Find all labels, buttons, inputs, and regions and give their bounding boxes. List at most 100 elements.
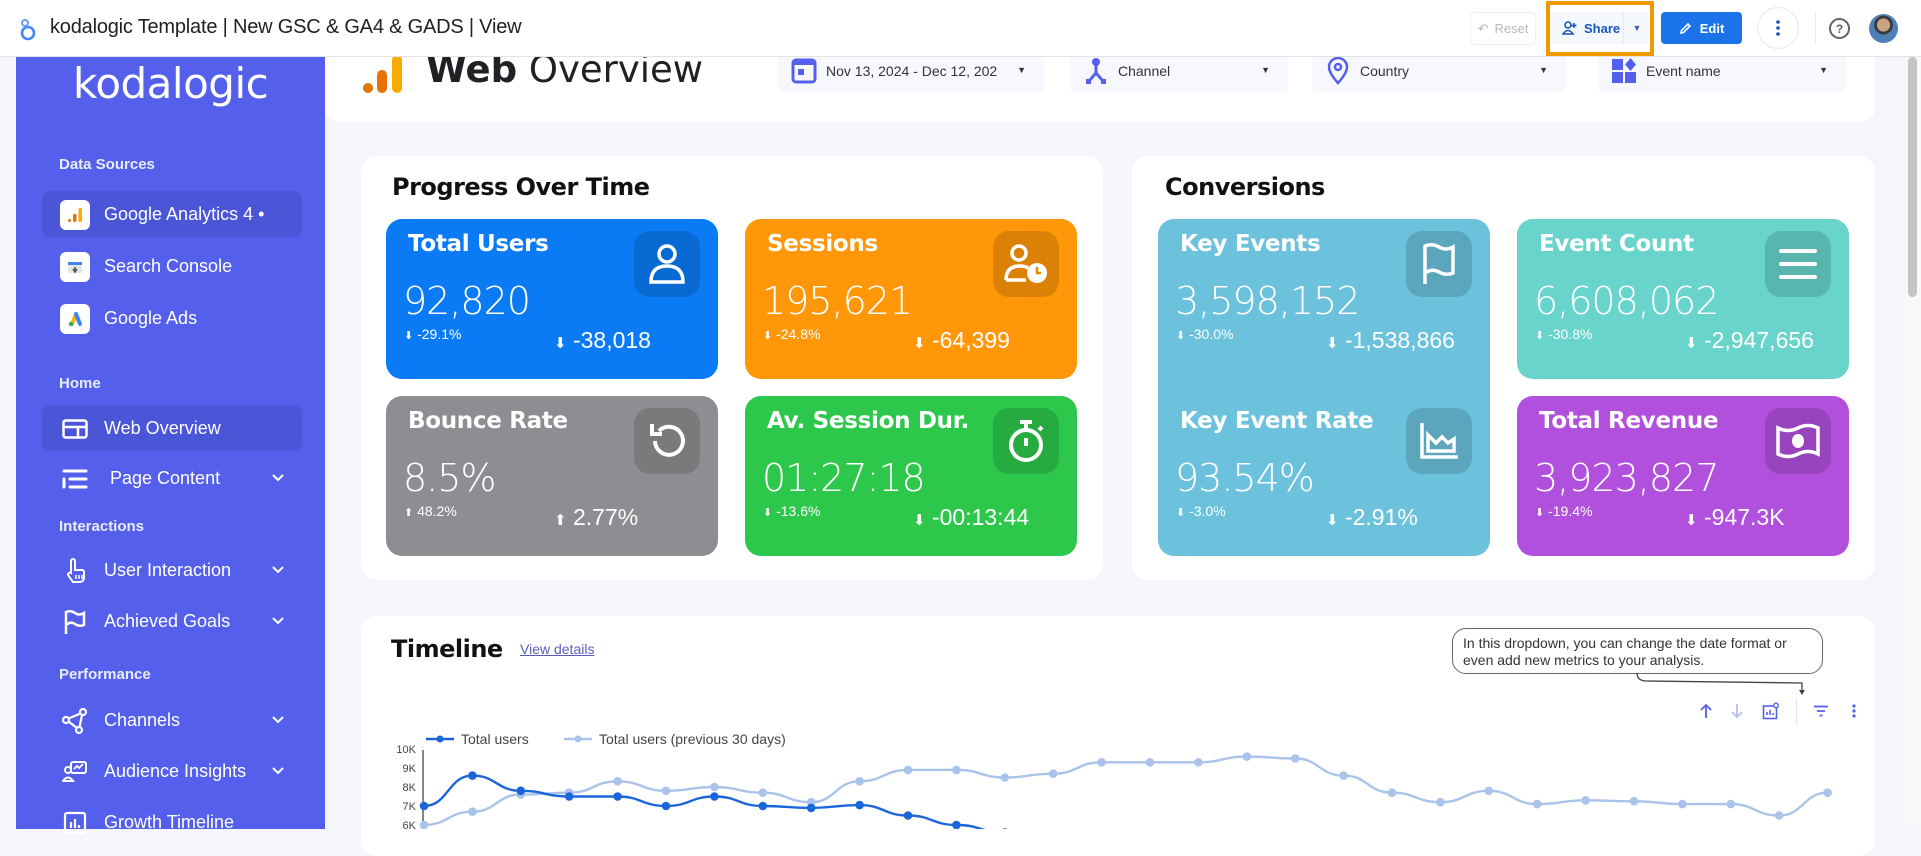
data-point[interactable] — [1436, 797, 1445, 807]
chart-settings-icon[interactable] — [1762, 702, 1780, 720]
kpi-percent-change: ⬆ 48.2% — [404, 503, 457, 519]
money-icon — [1765, 408, 1831, 474]
sidebar-item-growth-timeline[interactable]: Growth Timeline — [42, 799, 302, 845]
sidebar-item-google-analytics[interactable]: Google Analytics 4 • — [42, 191, 302, 237]
share-main[interactable]: Share — [1550, 12, 1624, 44]
kpi-card-sessions[interactable]: Sessions 195,621 ⬇ -24.8% ⬇ -64,399 — [745, 219, 1077, 379]
sort-down-icon[interactable] — [1728, 702, 1746, 720]
data-point[interactable] — [1000, 773, 1010, 782]
data-point[interactable] — [1242, 752, 1252, 761]
sidebar-item-google-ads[interactable]: Google Ads — [42, 295, 302, 341]
data-point[interactable] — [1823, 788, 1832, 797]
kpi-card-total-users[interactable]: Total Users 92,820 ⬇ -29.1% ⬇ -38,018 — [386, 219, 718, 379]
data-point[interactable] — [952, 765, 961, 775]
legend-label[interactable]: Total users (previous 30 days) — [599, 731, 786, 747]
kpi-value: 3,598,152 — [1175, 279, 1360, 323]
conversions-title: Conversions — [1165, 173, 1325, 201]
kpi-card-key-event-rate[interactable]: Key Event Rate 93.54% ⬇ -3.0% ⬇ -2.91% — [1158, 396, 1490, 556]
widgets-icon — [1612, 58, 1636, 83]
data-point[interactable] — [758, 788, 768, 797]
view-details-link[interactable]: View details — [520, 641, 594, 657]
user-icon — [634, 231, 700, 297]
sidebar-item-channels[interactable]: Channels — [42, 697, 302, 743]
reset-button[interactable]: ↶ Reset — [1470, 12, 1536, 45]
data-point[interactable] — [1097, 758, 1106, 767]
sidebar: kodalogic Data Sources Google Analytics … — [16, 57, 325, 835]
data-point[interactable] — [710, 792, 719, 801]
data-point[interactable] — [1387, 788, 1397, 797]
data-point[interactable] — [1484, 786, 1494, 796]
kpi-card-total-revenue[interactable]: Total Revenue 3,923,827 ⬇ -19.4% ⬇ -947.3K — [1517, 396, 1849, 556]
data-point[interactable] — [613, 792, 622, 801]
data-point[interactable] — [1774, 811, 1784, 820]
section-performance: Performance — [59, 666, 151, 683]
kpi-percent-change: ⬇ -3.0% — [1176, 503, 1226, 519]
data-point[interactable] — [903, 811, 913, 820]
data-point[interactable] — [613, 777, 622, 786]
help-icon[interactable]: ? — [1829, 18, 1850, 39]
data-point[interactable] — [1726, 799, 1736, 809]
data-point[interactable] — [903, 765, 913, 775]
data-point[interactable] — [855, 777, 864, 786]
sidebar-item-search-console[interactable]: Search Console — [42, 243, 302, 289]
data-point[interactable] — [1194, 758, 1203, 767]
data-point[interactable] — [1290, 754, 1300, 763]
share-dropdown-caret-icon[interactable]: ▼ — [1624, 23, 1650, 33]
data-point[interactable] — [1145, 758, 1155, 767]
data-point[interactable] — [1048, 769, 1058, 778]
section-data-sources: Data Sources — [59, 156, 155, 173]
data-point[interactable] — [419, 801, 429, 811]
legend-label[interactable]: Total users — [461, 731, 529, 747]
kpi-absolute-change: ⬆ 2.77% — [554, 504, 639, 530]
dropdown-caret-icon: ▼ — [1539, 65, 1548, 75]
more-vert-icon[interactable] — [1845, 702, 1863, 720]
edit-button[interactable]: Edit — [1661, 12, 1742, 44]
sidebar-item-achieved-goals[interactable]: Achieved Goals — [42, 598, 302, 644]
data-point[interactable] — [1581, 796, 1590, 805]
data-point[interactable] — [516, 786, 526, 796]
add-person-icon — [1562, 21, 1577, 35]
share-button[interactable]: Share ▼ — [1550, 12, 1650, 44]
user-avatar[interactable] — [1869, 14, 1898, 43]
kpi-card-event-count[interactable]: Event Count 6,608,062 ⬇ -30.8% ⬇ -2,947,656 — [1517, 219, 1849, 379]
trend-arrow-icon: ⬇ — [913, 512, 926, 529]
more-options-button[interactable] — [1757, 7, 1799, 49]
scrollbar-thumb[interactable] — [1908, 57, 1917, 297]
data-point[interactable] — [758, 801, 768, 811]
data-point[interactable] — [1339, 771, 1348, 780]
trend-arrow-icon: ⬇ — [1535, 507, 1545, 519]
data-point[interactable] — [1629, 796, 1639, 806]
timeline-chart: Total users Total users (previous 30 days… — [396, 731, 1832, 829]
data-point[interactable] — [564, 792, 574, 801]
data-point[interactable] — [468, 807, 477, 816]
data-point[interactable] — [468, 771, 477, 780]
kpi-value: 195,621 — [762, 279, 913, 323]
pointer-hand-icon — [60, 557, 90, 585]
sort-up-icon[interactable] — [1697, 702, 1715, 720]
layout-icon — [60, 415, 90, 443]
kpi-absolute-change: ⬇ -2.91% — [1326, 504, 1418, 530]
report-title: kodalogic Template | New GSC & GA4 & GAD… — [50, 16, 522, 38]
share-nodes-icon — [60, 707, 90, 735]
data-point[interactable] — [661, 786, 671, 796]
sidebar-item-audience-insights[interactable]: Audience Insights — [42, 748, 302, 794]
kpi-absolute-change: ⬇ -2,947,656 — [1685, 327, 1814, 353]
sidebar-item-web-overview[interactable]: Web Overview — [42, 405, 302, 451]
progress-title: Progress Over Time — [392, 173, 650, 201]
kpi-card-av-session-dur[interactable]: Av. Session Dur. 01:27:18 ⬇ -13.6% ⬇ -00:13… — [745, 396, 1077, 556]
data-point[interactable] — [661, 801, 671, 811]
dropdown-caret-icon: ▼ — [1819, 65, 1828, 75]
data-point[interactable] — [952, 820, 961, 829]
sidebar-item-user-interaction[interactable]: User Interaction — [42, 547, 302, 593]
kpi-card-bounce-rate[interactable]: Bounce Rate 8.5% ⬆ 48.2% ⬆ 2.77% — [386, 396, 718, 556]
audience-icon — [60, 758, 90, 786]
data-point[interactable] — [1678, 799, 1687, 809]
trend-arrow-icon: ⬇ — [913, 335, 926, 352]
filter-icon[interactable] — [1812, 702, 1830, 720]
data-point[interactable] — [710, 782, 719, 792]
data-point[interactable] — [855, 800, 864, 810]
sidebar-item-page-content[interactable]: Page Content — [42, 455, 302, 501]
data-point[interactable] — [806, 803, 816, 813]
data-point[interactable] — [1532, 799, 1542, 809]
data-point[interactable] — [419, 820, 429, 829]
